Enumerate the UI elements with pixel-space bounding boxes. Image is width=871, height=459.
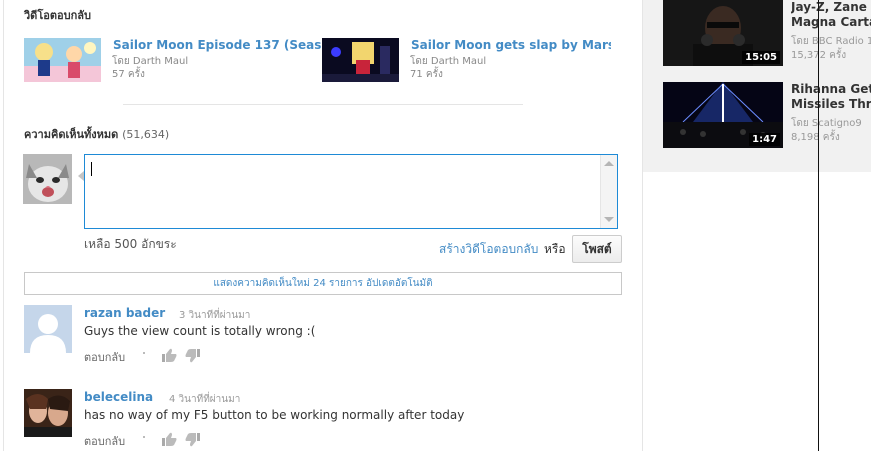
comment-text: Guys the view count is totally wrong :( [84, 324, 316, 338]
sidebar-video-title[interactable]: Rihanna Gets Missiles Thro [791, 82, 871, 112]
reply-link[interactable]: ตอบกลับ [84, 432, 125, 450]
comment-item: razan bader 3 วินาทีที่ผ่านมา Guys the v… [24, 305, 614, 375]
sidebar-video-uploader: โดย BBC Radio 1 [791, 36, 871, 47]
commenter-avatar[interactable] [24, 305, 72, 353]
video-title-link[interactable]: Sailor Moon Episode 137 (Seas… [113, 38, 323, 52]
post-button[interactable]: โพสต์ [572, 235, 622, 263]
sidebar-video-title-line2: Magna Carta [791, 15, 871, 29]
characters-remaining: เหลือ 500 อักขระ [84, 237, 177, 251]
thumbs-up-icon[interactable] [162, 432, 177, 449]
sidebar-video-item[interactable]: 15:05 Jay-Z, Zane L Magna Carta โดย BBC … [663, 0, 871, 66]
create-video-response-link[interactable]: สร้างวิดีโอตอบกลับ [439, 240, 538, 259]
or-label: หรือ [544, 242, 566, 256]
all-comments-label: ความคิดเห็นทั้งหมด [24, 128, 119, 141]
comment-text: has no way of my F5 button to be working… [84, 408, 465, 422]
video-title-link[interactable]: Sailor Moon gets slap by Mars [411, 38, 611, 52]
sidebar-video-title-line2: Missiles Thro [791, 97, 871, 111]
video-response-item[interactable]: Sailor Moon gets slap by Mars โดย Darth … [322, 38, 612, 82]
video-responses-heading: วิดีโอตอบกลับ [24, 9, 91, 22]
thumbs-down-icon[interactable] [185, 433, 200, 450]
video-view-count: 71 ครั้ง [410, 69, 443, 80]
sidebar-video-views: 8,198 ครั้ง [791, 132, 840, 143]
video-thumbnail[interactable] [322, 38, 399, 82]
sidebar-video-thumbnail[interactable]: 1:47 [663, 82, 783, 148]
scroll-up-arrow-icon[interactable] [604, 161, 614, 166]
video-response-item[interactable]: Sailor Moon Episode 137 (Seas… โดย Darth… [24, 38, 324, 82]
comment-item: belecelina 4 วินาทีที่ผ่านมา has no way … [24, 389, 614, 459]
main-content: วิดีโอตอบกลับ Sailor Moon Episode 137 (S… [0, 0, 643, 451]
thumbs-up-icon[interactable] [162, 348, 177, 365]
vertical-guide-line [818, 0, 819, 451]
current-user-avatar [23, 154, 72, 204]
all-comments-heading: ความคิดเห็นทั้งหมด (51,634) [24, 125, 169, 143]
comment-textarea[interactable] [84, 154, 618, 229]
scroll-down-arrow-icon[interactable] [604, 217, 614, 222]
sidebar-video-item[interactable]: 1:47 Rihanna Gets Missiles Thro โดย Scat… [663, 82, 871, 148]
sidebar-video-uploader: โดย Scatigno9 [791, 118, 862, 129]
commenter-username[interactable]: belecelina [84, 390, 153, 404]
text-caret [91, 162, 92, 176]
show-new-comments-bar[interactable]: แสดงความคิดเห็นใหม่ 24 รายการ อัปเดตอัตโ… [24, 272, 622, 295]
video-thumbnail[interactable] [24, 38, 101, 82]
commenter-avatar[interactable] [24, 389, 72, 437]
reply-link[interactable]: ตอบกลับ [84, 348, 125, 366]
commenter-username[interactable]: razan bader [84, 306, 165, 320]
separator-dot [143, 352, 145, 354]
sidebar-video-title-line1: Rihanna Gets [791, 82, 871, 96]
separator-dot [143, 436, 145, 438]
comment-count: (51,634) [122, 128, 170, 141]
textarea-scrollbar[interactable] [600, 155, 617, 228]
sidebar-video-thumbnail[interactable]: 15:05 [663, 0, 783, 66]
thumbs-down-icon[interactable] [185, 349, 200, 366]
video-view-count: 57 ครั้ง [112, 69, 145, 80]
section-divider [123, 104, 523, 105]
sidebar-video-title-line1: Jay-Z, Zane L [791, 0, 871, 14]
video-duration-badge: 1:47 [749, 133, 780, 146]
video-duration-badge: 15:05 [742, 51, 780, 64]
sidebar-video-title[interactable]: Jay-Z, Zane L Magna Carta [791, 0, 871, 30]
comment-timestamp: 3 วินาทีที่ผ่านมา [179, 310, 251, 321]
comment-timestamp: 4 วินาทีที่ผ่านมา [169, 394, 241, 405]
